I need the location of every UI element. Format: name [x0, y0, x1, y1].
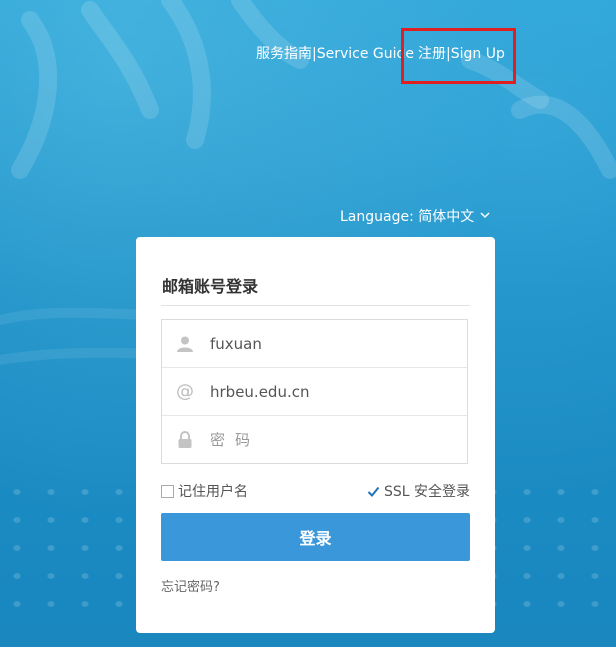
language-label: Language: 简体中文 [340, 209, 475, 225]
language-selector[interactable]: Language: 简体中文 [340, 206, 490, 226]
checkmark-icon [367, 486, 380, 497]
login-button[interactable]: 登录 [161, 513, 470, 561]
login-title: 邮箱账号登录 [162, 277, 259, 296]
at-icon: @ [176, 381, 194, 402]
username-input[interactable] [208, 333, 442, 354]
chevron-down-icon [480, 208, 490, 224]
lock-icon [162, 430, 208, 449]
ssl-checkbox[interactable] [366, 484, 380, 498]
remember-checkbox[interactable] [161, 484, 174, 498]
domain-input[interactable] [208, 381, 442, 402]
remember-label: 记住用户名 [178, 484, 248, 500]
username-row [162, 320, 467, 368]
login-fields: @ [161, 319, 468, 464]
user-icon [162, 335, 208, 353]
forgot-password-link[interactable]: 忘记密码? [161, 576, 220, 595]
signup-highlight-box [401, 28, 516, 84]
login-options: 记住用户名 SSL 安全登录 [161, 481, 470, 501]
password-row [162, 416, 467, 463]
password-input[interactable] [208, 429, 442, 450]
ssl-label: SSL 安全登录 [383, 484, 470, 500]
login-card: 邮箱账号登录 @ [136, 237, 495, 633]
service-guide-link[interactable]: 服务指南|Service Guide [256, 44, 414, 64]
domain-row: @ [162, 368, 467, 416]
title-divider [161, 305, 470, 306]
ssl-login-option[interactable]: SSL 安全登录 [366, 481, 470, 501]
remember-username-option[interactable]: 记住用户名 [161, 481, 248, 501]
